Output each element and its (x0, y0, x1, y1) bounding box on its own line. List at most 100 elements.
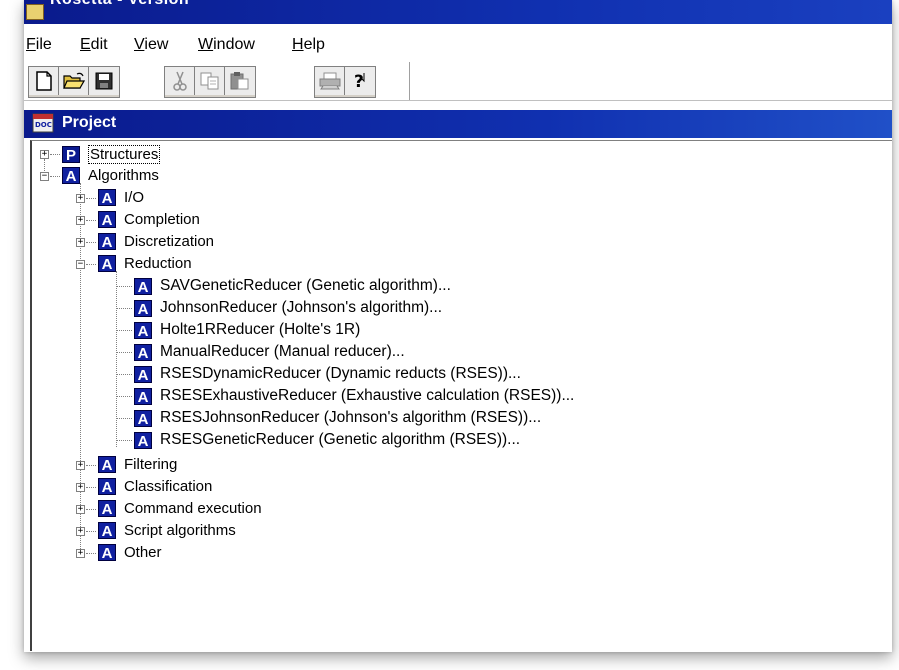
tree-label: RSESGeneticReducer (Genetic algorithm (R… (160, 431, 521, 448)
open-folder-icon (62, 72, 85, 89)
tree-connector (86, 465, 96, 466)
save-icon (95, 72, 113, 90)
new-button[interactable] (29, 67, 59, 95)
expand-plus-icon[interactable]: + (76, 505, 85, 514)
project-tree-pane[interactable]: + P Structures − A Algorithms + A I/O + … (30, 140, 892, 651)
algorithm-badge-icon: A (98, 255, 116, 273)
tree-connector (86, 220, 96, 221)
tree-label: Discretization (124, 233, 215, 250)
menu-edit[interactable]: Edit (80, 36, 108, 54)
algorithm-badge-icon: A (134, 365, 152, 384)
toolbar-misc-group: ? (314, 66, 376, 98)
tree-label: Structures (88, 145, 161, 164)
menu-help[interactable]: Help (292, 36, 325, 54)
tree-connector (116, 330, 132, 331)
tree-connector (86, 242, 96, 243)
title-bar[interactable]: Rosetta - Version (24, 0, 892, 24)
expand-plus-icon[interactable]: + (76, 549, 85, 558)
app-icon (26, 4, 44, 20)
toolbar: ? (24, 62, 892, 100)
print-icon (319, 72, 340, 90)
window-title: Rosetta - Version (50, 0, 189, 9)
expand-plus-icon[interactable]: + (76, 238, 85, 247)
open-button[interactable] (59, 67, 89, 95)
structures-badge-icon: P (62, 146, 80, 164)
tree-label: RSESExhaustiveReducer (Exhaustive calcul… (160, 387, 575, 404)
svg-text:?: ? (354, 72, 364, 91)
algorithm-badge-icon: A (134, 299, 152, 318)
algorithm-badge-icon: A (134, 343, 152, 362)
tree-connector (86, 509, 96, 510)
algorithm-badge-icon: A (98, 211, 116, 229)
tree-label: Reduction (124, 255, 192, 272)
project-doc-icon: DOC (32, 113, 54, 133)
expand-plus-icon[interactable]: + (76, 527, 85, 536)
tree-label: Filtering (124, 456, 178, 473)
algorithm-badge-icon: A (134, 277, 152, 296)
algorithm-badge-icon: A (98, 478, 116, 496)
print-button[interactable] (315, 67, 345, 95)
expand-plus-icon[interactable]: + (76, 194, 85, 203)
tree-label: Holte1RReducer (Holte's 1R) (160, 321, 361, 338)
tree-connector (50, 176, 60, 177)
tree-connector (116, 418, 132, 419)
tree-connector (116, 286, 132, 287)
collapse-minus-icon[interactable]: − (76, 260, 85, 269)
algorithm-badge-icon: A (134, 321, 152, 340)
project-title-bar[interactable]: DOC Project (24, 110, 892, 138)
tree-label: Command execution (124, 500, 262, 517)
tree-connector (116, 271, 117, 447)
algorithm-badge-icon: A (98, 500, 116, 518)
algorithm-badge-icon: A (98, 456, 116, 474)
tree-connector (86, 264, 96, 265)
expand-plus-icon[interactable]: + (40, 150, 49, 159)
toolbar-file-group (28, 66, 120, 98)
tree-label: RSESDynamicReducer (Dynamic reducts (RSE… (160, 365, 521, 382)
tree-connector (86, 531, 96, 532)
algorithm-badge-icon: A (134, 387, 152, 406)
svg-text:DOC: DOC (35, 121, 52, 129)
algorithm-badge-icon: A (134, 409, 152, 428)
tree-connector (116, 308, 132, 309)
tree-label: Other (124, 544, 162, 561)
menu-view[interactable]: View (134, 36, 168, 54)
toolbar-edit-group (164, 66, 256, 98)
menu-window[interactable]: Window (198, 36, 255, 54)
rosetta-window: Rosetta - Version File Edit View Window … (24, 0, 892, 652)
toolbar-separator (409, 62, 410, 100)
cut-icon (172, 71, 187, 91)
tree-label: JohnsonReducer (Johnson's algorithm)... (160, 299, 443, 316)
expand-plus-icon[interactable]: + (76, 461, 85, 470)
menu-bar: File Edit View Window Help (24, 28, 892, 58)
tree-connector (86, 487, 96, 488)
collapse-minus-icon[interactable]: − (40, 172, 49, 181)
tree-label: Script algorithms (124, 522, 236, 539)
tree-label: Algorithms (88, 167, 159, 184)
algorithm-badge-icon: A (98, 233, 116, 251)
cut-button[interactable] (165, 67, 195, 95)
toolbar-divider (24, 100, 892, 107)
tree-connector (116, 396, 132, 397)
expand-plus-icon[interactable]: + (76, 216, 85, 225)
new-icon (35, 71, 52, 91)
project-title: Project (62, 114, 117, 131)
algorithm-badge-icon: A (134, 431, 152, 450)
tree-label: I/O (124, 189, 145, 206)
copy-button[interactable] (195, 67, 225, 95)
help-button[interactable]: ? (345, 67, 375, 95)
tree-connector (116, 374, 132, 375)
tree-label: Completion (124, 211, 200, 228)
tree-connector (116, 352, 132, 353)
project-tree: + P Structures − A Algorithms + A I/O + … (32, 141, 892, 651)
algorithm-badge-icon: A (62, 167, 80, 185)
tree-label: Classification (124, 478, 213, 495)
expand-plus-icon[interactable]: + (76, 483, 85, 492)
algorithm-badge-icon: A (98, 189, 116, 207)
copy-icon (200, 72, 218, 90)
algorithm-badge-icon: A (98, 522, 116, 540)
help-icon: ? (354, 72, 365, 91)
algorithm-badge-icon: A (98, 544, 116, 562)
menu-file[interactable]: File (26, 36, 52, 54)
paste-button[interactable] (225, 67, 255, 95)
save-button[interactable] (89, 67, 119, 95)
